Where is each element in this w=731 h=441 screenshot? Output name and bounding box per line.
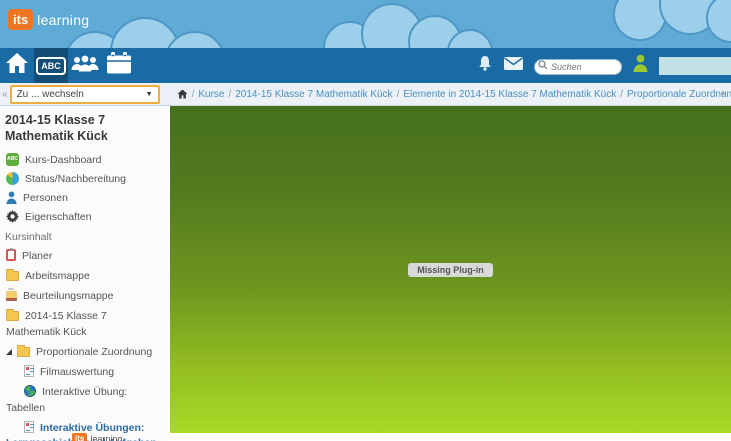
search-box xyxy=(534,57,622,75)
people-icon xyxy=(71,55,99,77)
calendar-nav-button[interactable] xyxy=(102,48,136,83)
breadcrumb: / Kurse / 2014-15 Klasse 7 Mathematik Kü… xyxy=(174,89,731,100)
sidebar-item-label: Eigenschaften xyxy=(25,211,92,223)
course-sidebar: 2014-15 Klasse 7 Mathematik Kück ABC Kur… xyxy=(0,106,167,441)
person-icon xyxy=(6,191,17,204)
tree-item-assessment-portfolio[interactable]: Beurteilungsmappe xyxy=(4,287,165,307)
clouds-decoration xyxy=(0,0,731,48)
tree-item-label: Filmauswertung xyxy=(40,366,114,378)
status-pie-icon xyxy=(6,172,19,185)
tree-item-label: Planer xyxy=(22,250,52,262)
breadcrumb-link-topic[interactable]: Proportionale Zuordnung xyxy=(627,89,731,100)
page-icon xyxy=(24,365,34,377)
breadcrumb-bar: « Zu ... wechseln ▼ / Kurse / 2014-15 Kl… xyxy=(0,83,731,106)
course-title: 2014-15 Klasse 7 Mathematik Kück xyxy=(4,111,165,150)
logo-its-box: its xyxy=(72,433,87,441)
logo-learning-text: learning xyxy=(90,434,122,441)
globe-icon xyxy=(24,385,36,397)
portfolio-icon xyxy=(6,291,17,301)
courses-nav-button[interactable]: ABC xyxy=(34,48,68,83)
messages-envelope-icon[interactable] xyxy=(504,57,523,75)
sidebar-item-status[interactable]: Status/Nachbereitung xyxy=(4,169,165,188)
sidebar-item-people[interactable]: Personen xyxy=(4,188,165,207)
home-nav-button[interactable] xyxy=(0,48,34,83)
tree-expanded-icon[interactable] xyxy=(6,349,12,355)
itslearning-footer-logo: its learning xyxy=(72,433,122,441)
folder-icon xyxy=(17,347,30,357)
breadcrumb-separator: / xyxy=(620,89,623,100)
breadcrumb-separator: / xyxy=(228,89,231,100)
sidebar-item-label: Status/Nachbereitung xyxy=(25,173,126,185)
content-area: 2014-15 Klasse 7 Mathematik Kück ABC Kur… xyxy=(0,106,731,441)
tree-item-label: 2014-15 Klasse 7 Mathematik Kück xyxy=(6,310,107,337)
tree-item-proportionale-zuordnung[interactable]: Proportionale Zuordnung xyxy=(4,342,165,362)
course-switcher-label: Zu ... wechseln xyxy=(17,89,84,100)
dashboard-abc-icon: ABC xyxy=(6,153,19,166)
folder-icon xyxy=(6,311,19,321)
tree-item-interaktive-uebung-tabellen[interactable]: Interaktive Übung: Tabellen xyxy=(4,383,165,418)
content-plugin-area: Missing Plug-in xyxy=(170,106,731,433)
tree-item-workfolder[interactable]: Arbeitsmappe xyxy=(4,266,165,286)
top-banner: its learning xyxy=(0,0,731,48)
breadcrumb-separator: / xyxy=(397,89,400,100)
breadcrumb-link-course[interactable]: 2014-15 Klasse 7 Mathematik Kück xyxy=(235,89,392,100)
breadcrumb-link-kurse[interactable]: Kurse xyxy=(198,89,224,100)
sidebar-item-properties[interactable]: Eigenschaften xyxy=(4,207,165,226)
groups-nav-button[interactable] xyxy=(68,48,102,83)
tree-item-label: Beurteilungsmappe xyxy=(23,290,113,302)
main-navbar: ABC xyxy=(0,48,731,83)
itslearning-logo[interactable]: its learning xyxy=(8,9,89,30)
logo-learning-text: learning xyxy=(37,12,89,28)
missing-plugin-badge[interactable]: Missing Plug-in xyxy=(408,263,493,277)
tree-item-label: Proportionale Zuordnung xyxy=(36,346,152,358)
abc-courses-icon: ABC xyxy=(36,57,66,75)
sidebar-item-label: Personen xyxy=(23,192,68,204)
profile-person-icon[interactable] xyxy=(633,54,648,77)
nav-right-group xyxy=(477,48,731,83)
tree-item-course-root-folder[interactable]: 2014-15 Klasse 7 Mathematik Kück xyxy=(4,307,165,342)
nav-left-group: ABC xyxy=(0,48,136,83)
breadcrumb-home-icon[interactable] xyxy=(177,89,188,99)
breadcrumb-separator: / xyxy=(192,89,195,100)
folder-icon xyxy=(6,271,19,281)
calendar-icon xyxy=(106,52,132,80)
tree-item-filmauswertung[interactable]: Filmauswertung xyxy=(4,363,165,383)
sidebar-item-dashboard[interactable]: ABC Kurs-Dashboard xyxy=(4,150,165,169)
collapse-sidebar-button[interactable]: « xyxy=(0,89,10,100)
notifications-bell-icon[interactable] xyxy=(477,55,493,77)
app-root: its learning ABC xyxy=(0,0,731,441)
user-name-box[interactable] xyxy=(659,57,731,75)
breadcrumb-link-elements[interactable]: Elemente in 2014-15 Klasse 7 Mathematik … xyxy=(403,89,616,100)
gear-icon xyxy=(6,210,19,223)
tree-item-label: Arbeitsmappe xyxy=(25,270,90,282)
planner-icon xyxy=(6,249,16,261)
home-icon xyxy=(5,52,29,79)
sidebar-item-label: Kurs-Dashboard xyxy=(25,154,101,166)
page-icon xyxy=(24,421,34,433)
tree-item-planner[interactable]: Planer xyxy=(4,246,165,266)
scroll-up-arrow[interactable]: ▲ xyxy=(719,88,727,97)
logo-its-box: its xyxy=(8,9,33,30)
chevron-down-icon: ▼ xyxy=(146,91,153,98)
course-content-section-label: Kursinhalt xyxy=(4,226,165,246)
search-icon xyxy=(538,60,548,70)
course-switcher-dropdown[interactable]: Zu ... wechseln ▼ xyxy=(10,85,160,104)
